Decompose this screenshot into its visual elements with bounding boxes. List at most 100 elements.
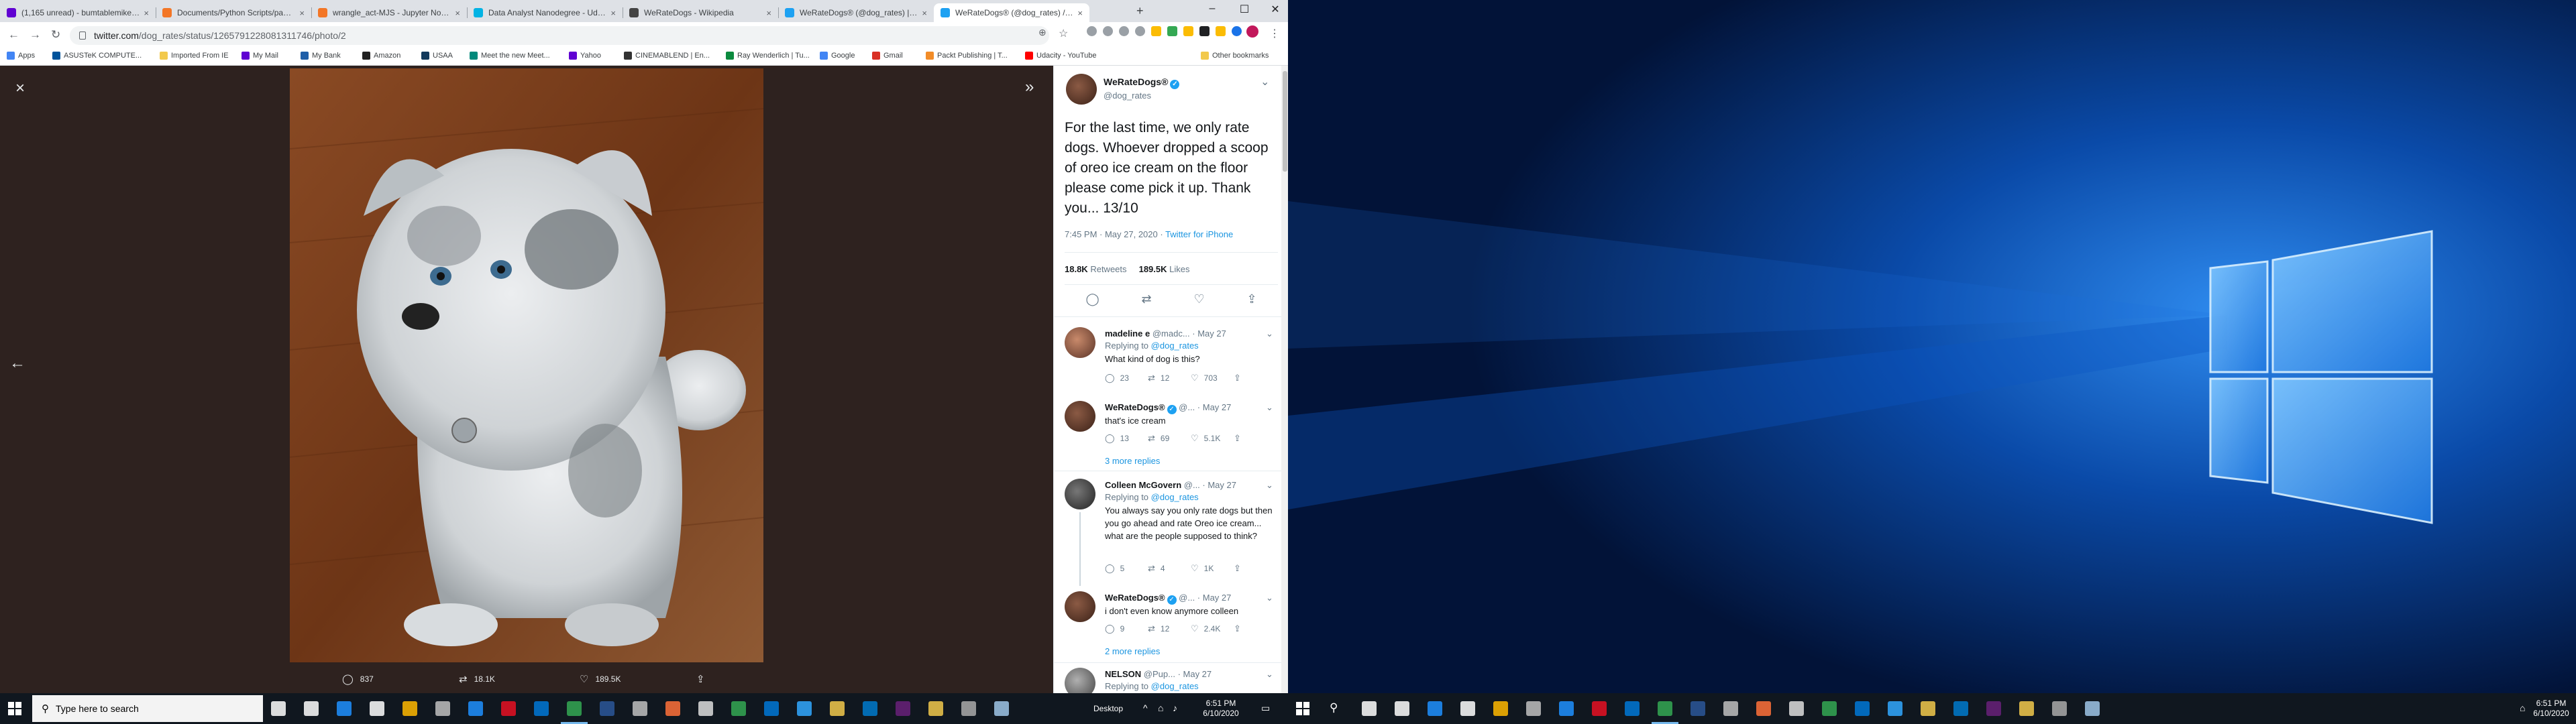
extension-icon[interactable] (1103, 26, 1113, 36)
photo-retweet-button[interactable]: ⇄ 18.1K (459, 673, 495, 685)
chrome-icon[interactable] (567, 701, 582, 716)
bookmark-item[interactable]: Ray Wenderlich | Tu... (726, 52, 810, 60)
app-icon[interactable] (830, 701, 845, 716)
close-tab-icon[interactable]: × (299, 8, 305, 18)
browser-tab[interactable]: Data Analyst Nanodegree - Udacit... × (467, 3, 623, 22)
app-icon[interactable] (764, 701, 779, 716)
chevron-up-icon[interactable]: ^ (1143, 703, 1148, 713)
task-view-icon[interactable] (304, 701, 319, 716)
app-icon[interactable] (2085, 701, 2100, 716)
heart-icon[interactable]: ♡ (1193, 292, 1204, 306)
app-icon[interactable] (1855, 701, 1870, 716)
reply-author-handle[interactable]: @... · May 27 (1179, 402, 1231, 412)
menu-dots-icon[interactable]: ⋮ (1269, 27, 1280, 40)
chevron-down-icon[interactable]: ⌄ (1266, 328, 1273, 339)
star-icon[interactable]: ☆ (1059, 27, 1068, 40)
word-icon[interactable] (1690, 701, 1705, 716)
like-button[interactable]: ♡ 1K (1191, 563, 1234, 574)
photo-reply-button[interactable]: ◯ 837 (342, 673, 374, 685)
close-tab-icon[interactable]: × (1077, 8, 1083, 18)
app-icon[interactable] (2052, 701, 2067, 716)
close-tab-icon[interactable]: × (144, 8, 149, 18)
tools-icon[interactable] (435, 701, 450, 716)
file-explorer-icon[interactable] (928, 701, 943, 716)
author-display-name[interactable]: WeRateDogs® (1104, 76, 1168, 87)
tools-icon[interactable] (633, 701, 647, 716)
reply-author-handle[interactable]: @madc... · May 27 (1152, 328, 1226, 339)
bookmark-item[interactable]: Meet the new Meet... (470, 52, 550, 60)
desktop-toolbar-label[interactable]: Desktop (1093, 704, 1123, 714)
close-tab-icon[interactable]: × (610, 8, 616, 18)
like-button[interactable]: ♡ 2.4K (1191, 623, 1234, 634)
tweet-timestamp[interactable]: 7:45 PM · May 27, 2020 · (1065, 229, 1165, 239)
bookmark-item[interactable]: USAA (421, 52, 453, 60)
browser-tab[interactable]: WeRateDogs® (@dog_rates) / Twit... × (934, 3, 1089, 22)
address-bar[interactable]: twitter.com/dog_rates/status/12657912280… (70, 26, 1049, 45)
reply-button[interactable]: ◯ 13 (1105, 433, 1148, 444)
reply-author-name[interactable]: NELSON (1105, 669, 1141, 679)
reply-author-name[interactable]: Colleen McGovern (1105, 480, 1181, 490)
back-icon[interactable]: ← (8, 28, 19, 42)
cortana-icon[interactable] (271, 701, 286, 716)
mail-icon[interactable] (1625, 701, 1640, 716)
share-icon[interactable]: ⇪ (1246, 292, 1256, 306)
browser-tab[interactable]: (1,165 unread) - bumtablemike@... × (0, 3, 156, 22)
like-button[interactable]: ♡ 703 (1191, 373, 1234, 383)
maximize-icon[interactable]: ☐ (1234, 3, 1254, 16)
avatar[interactable] (1065, 479, 1095, 509)
app-icon[interactable] (1493, 701, 1508, 716)
likes-stat[interactable]: 189.5K Likes (1139, 264, 1190, 274)
vscode-icon[interactable] (1953, 701, 1968, 716)
reply-tweet[interactable]: madeline e @madc... · May 27 ⌄ Replying … (1054, 327, 1288, 401)
reply-button[interactable]: ◯ 5 (1105, 563, 1148, 574)
bookmark-item[interactable]: Gmail (872, 52, 903, 60)
search-icon[interactable]: ⚲ (1330, 701, 1338, 715)
firefox-icon[interactable] (1756, 701, 1771, 716)
app-icon[interactable] (402, 701, 417, 716)
reply-tweet[interactable]: NELSON @Pup... · May 27 ⌄ Replying to @d… (1054, 668, 1288, 693)
avatar[interactable] (1065, 668, 1095, 693)
reply-author-handle[interactable]: @... · May 27 (1179, 593, 1231, 603)
tweet-source[interactable]: Twitter for iPhone (1165, 229, 1233, 239)
avatar[interactable] (1065, 401, 1095, 432)
volume-icon[interactable]: ♪ (1173, 703, 1177, 713)
browser-tab[interactable]: Documents/Python Scripts/panda... × (156, 3, 311, 22)
app-icon[interactable] (1559, 701, 1574, 716)
network-icon[interactable]: ⌂ (2520, 703, 2525, 713)
close-icon[interactable]: × (11, 79, 30, 98)
profile-avatar[interactable] (1246, 25, 1258, 38)
bookmark-item[interactable]: Imported From IE (160, 52, 229, 60)
tweet-author[interactable]: WeRateDogs® ✓ @dog_rates (1066, 74, 1180, 105)
extension-icon[interactable] (1232, 26, 1242, 36)
retweet-icon[interactable]: ⇄ (1141, 292, 1151, 306)
chevron-down-icon[interactable]: ⌄ (1266, 593, 1273, 603)
extension-icon[interactable] (1135, 26, 1145, 36)
bookmark-item[interactable]: Other bookmarks (1201, 52, 1269, 60)
app-icon[interactable] (896, 701, 910, 716)
app-icon[interactable] (961, 701, 976, 716)
app-icon[interactable] (1822, 701, 1837, 716)
reply-button[interactable]: ◯ 9 (1105, 623, 1148, 634)
task-view-icon[interactable] (1395, 701, 1409, 716)
app-icon[interactable] (1789, 701, 1804, 716)
close-tab-icon[interactable]: × (455, 8, 460, 18)
reply-tweet[interactable]: Colleen McGovern @... · May 27 ⌄ Replyin… (1054, 479, 1288, 593)
photoshop-icon[interactable] (1888, 701, 1902, 716)
close-tab-icon[interactable]: × (922, 8, 927, 18)
edge-icon[interactable] (337, 701, 352, 716)
share-button[interactable]: ⇪ (1234, 433, 1277, 444)
close-window-icon[interactable]: ✕ (1265, 3, 1285, 16)
vscode-icon[interactable] (863, 701, 877, 716)
chevron-down-icon[interactable]: ⌄ (1266, 480, 1273, 491)
bookmark-item[interactable]: Udacity - YouTube (1025, 52, 1096, 60)
retweet-button[interactable]: ⇄ 12 (1148, 623, 1191, 634)
firefox-icon[interactable] (665, 701, 680, 716)
chrome-icon[interactable] (1658, 701, 1672, 716)
app-icon[interactable] (501, 701, 516, 716)
extension-icon[interactable] (1167, 26, 1177, 36)
edge-icon[interactable] (1428, 701, 1442, 716)
tools-icon[interactable] (1526, 701, 1541, 716)
store-icon[interactable] (370, 701, 384, 716)
author-handle[interactable]: @dog_rates (1104, 90, 1179, 101)
bookmark-item[interactable]: My Bank (301, 52, 341, 60)
